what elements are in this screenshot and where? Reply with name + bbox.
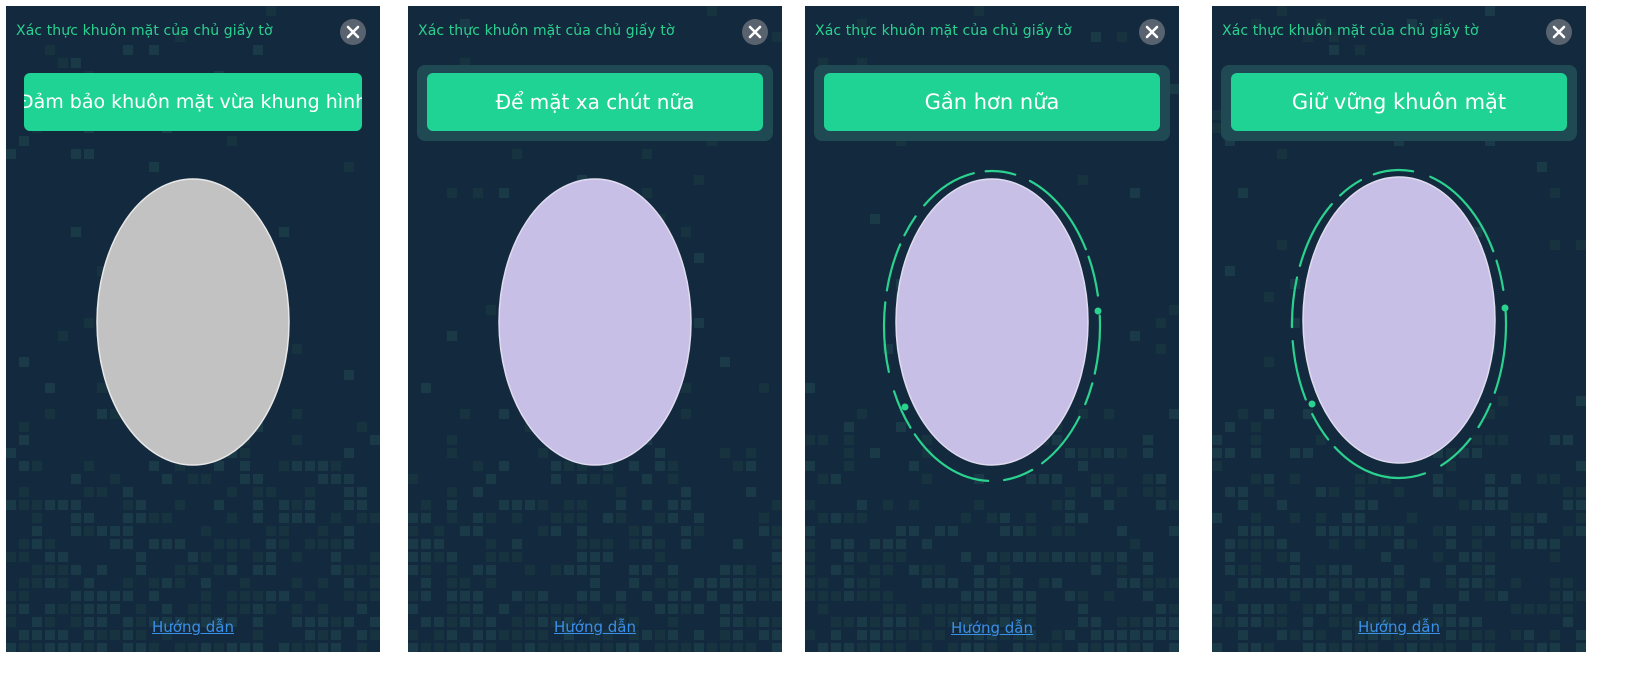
progress-dot bbox=[1501, 304, 1509, 312]
face-frame bbox=[498, 178, 692, 466]
face-verification-screen-1: Xác thực khuôn mặt của chủ giấy tờ Đảm b… bbox=[6, 6, 380, 652]
face-frame bbox=[96, 178, 290, 466]
face-verification-screen-3: Xác thực khuôn mặt của chủ giấy tờ Gần h… bbox=[805, 6, 1179, 652]
face-frame bbox=[1290, 168, 1509, 480]
face-verification-screen-4: Xác thực khuôn mặt của chủ giấy tờ Giữ v… bbox=[1212, 6, 1586, 652]
guide-link[interactable]: Hướng dẫn bbox=[408, 618, 782, 636]
progress-dot bbox=[1308, 400, 1316, 408]
face-frame bbox=[882, 169, 1102, 483]
guide-link[interactable]: Hướng dẫn bbox=[1212, 618, 1586, 636]
face-oval bbox=[895, 178, 1089, 466]
face-oval bbox=[1302, 176, 1496, 464]
face-oval bbox=[498, 178, 692, 466]
progress-dot bbox=[901, 403, 909, 411]
progress-dot bbox=[1094, 307, 1102, 315]
face-oval bbox=[96, 178, 290, 466]
guide-link[interactable]: Hướng dẫn bbox=[6, 618, 380, 636]
guide-link[interactable]: Hướng dẫn bbox=[805, 619, 1179, 637]
face-verification-screen-2: Xác thực khuôn mặt của chủ giấy tờ Để mặ… bbox=[408, 6, 782, 652]
